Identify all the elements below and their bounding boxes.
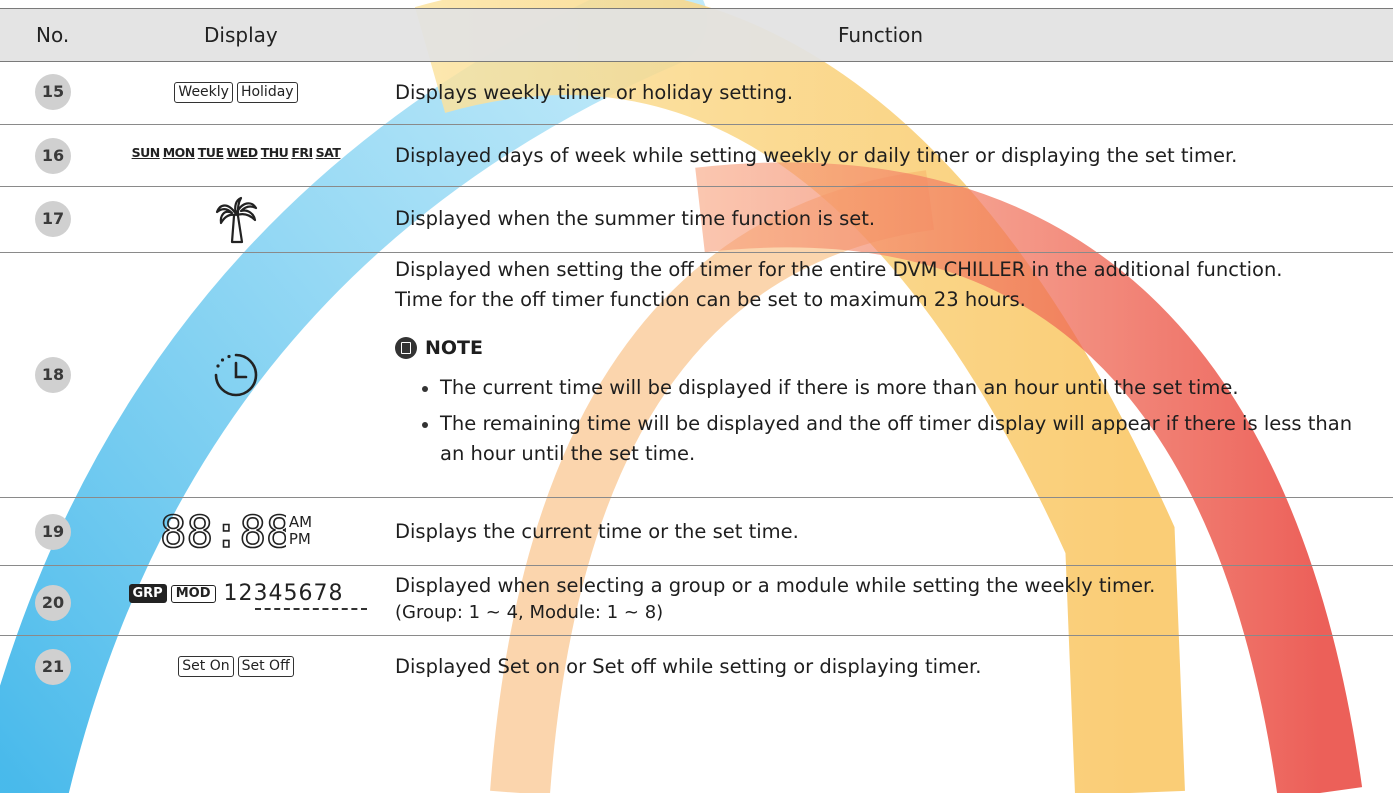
table-row: 21 Set On Set Off Displayed Set on or Se… [0, 636, 1393, 701]
seven-segment-clock: 88:88 [160, 509, 286, 553]
display-clock: 88:88 AM PM [100, 509, 372, 553]
function-line-1: Displayed when setting the off timer for… [395, 258, 1283, 281]
display-weekly-holiday: Weekly Holiday [100, 82, 372, 103]
set-off-indicator: Set Off [237, 656, 294, 677]
module-numbers: 12345678 [223, 581, 344, 606]
function-text: Displays weekly timer or holiday setting… [395, 81, 794, 104]
holiday-indicator: Holiday [236, 82, 298, 103]
note-document-icon [395, 337, 417, 359]
number-underline [255, 608, 367, 610]
function-text: Displayed days of week while setting wee… [395, 144, 1238, 167]
clock-digits: 88:88 [160, 509, 286, 553]
row-number: 15 [35, 74, 71, 110]
function-table: No. Display Function 15 Weekly Holiday D… [0, 0, 1393, 793]
table-row: 17 Displayed when the summer time functi… [0, 187, 1393, 253]
table-row: 18 Displayed when setting the off timer … [0, 253, 1393, 498]
table-row: 15 Weekly Holiday Displays weekly timer … [0, 62, 1393, 125]
function-text: Displayed when the summer time function … [395, 207, 876, 230]
row-number: 20 [35, 585, 71, 621]
function-line-1: Displayed when selecting a group or a mo… [395, 574, 1156, 597]
note-list: The current time will be displayed if th… [416, 373, 1380, 469]
day-thu: THU [260, 145, 289, 160]
header-no: No. [36, 23, 70, 47]
function-text: Displays the current time or the set tim… [395, 520, 799, 543]
table-row: 19 88:88 AM PM Displays the current time… [0, 498, 1393, 566]
display-set-on-off: Set On Set Off [100, 656, 372, 677]
row-number: 18 [35, 357, 71, 393]
row-number: 17 [35, 201, 71, 237]
function-line-2: (Group: 1 ~ 4, Module: 1 ~ 8) [395, 602, 664, 623]
table-header: No. Display Function [0, 8, 1393, 62]
function-text: Displayed Set on or Set off while settin… [395, 655, 982, 678]
weekly-indicator: Weekly [174, 82, 233, 103]
set-on-indicator: Set On [178, 656, 234, 677]
off-timer-icon [214, 353, 258, 397]
function-text-block: Displayed when selecting a group or a mo… [395, 571, 1155, 625]
display-summer-time [100, 196, 372, 244]
header-function: Function [838, 23, 924, 47]
am-label: AM [288, 513, 313, 531]
day-sun: SUN [131, 145, 161, 160]
row-number: 19 [35, 514, 71, 550]
function-text-block: Displayed when setting the off timer for… [395, 255, 1380, 469]
function-line-2: Time for the off timer function can be s… [395, 288, 1026, 311]
note-heading: NOTE [395, 333, 1380, 363]
palm-tree-icon [215, 196, 258, 244]
day-wed: WED [226, 145, 258, 160]
note-label: NOTE [425, 337, 483, 359]
note-item: The current time will be displayed if th… [416, 373, 1380, 403]
table-row: 20 GRP MOD 12345678 Displayed when selec… [0, 566, 1393, 636]
display-group-module: GRP MOD 12345678 [100, 581, 372, 610]
display-off-timer [100, 349, 372, 401]
grp-indicator: GRP [128, 584, 167, 603]
display-days-of-week: SUN MON TUE WED THU FRI SAT [100, 145, 372, 160]
note-item: The remaining time will be displayed and… [416, 409, 1380, 469]
row-number: 16 [35, 138, 71, 174]
header-display: Display [204, 23, 278, 47]
pm-label: PM [288, 530, 311, 548]
day-sat: SAT [315, 145, 341, 160]
mod-indicator: MOD [170, 584, 216, 603]
row-number: 21 [35, 649, 71, 685]
table-row: 16 SUN MON TUE WED THU FRI SAT Displayed… [0, 125, 1393, 187]
day-mon: MON [162, 145, 196, 160]
day-tue: TUE [197, 145, 224, 160]
day-fri: FRI [291, 145, 313, 160]
am-pm-indicator: AM PM [289, 514, 312, 548]
